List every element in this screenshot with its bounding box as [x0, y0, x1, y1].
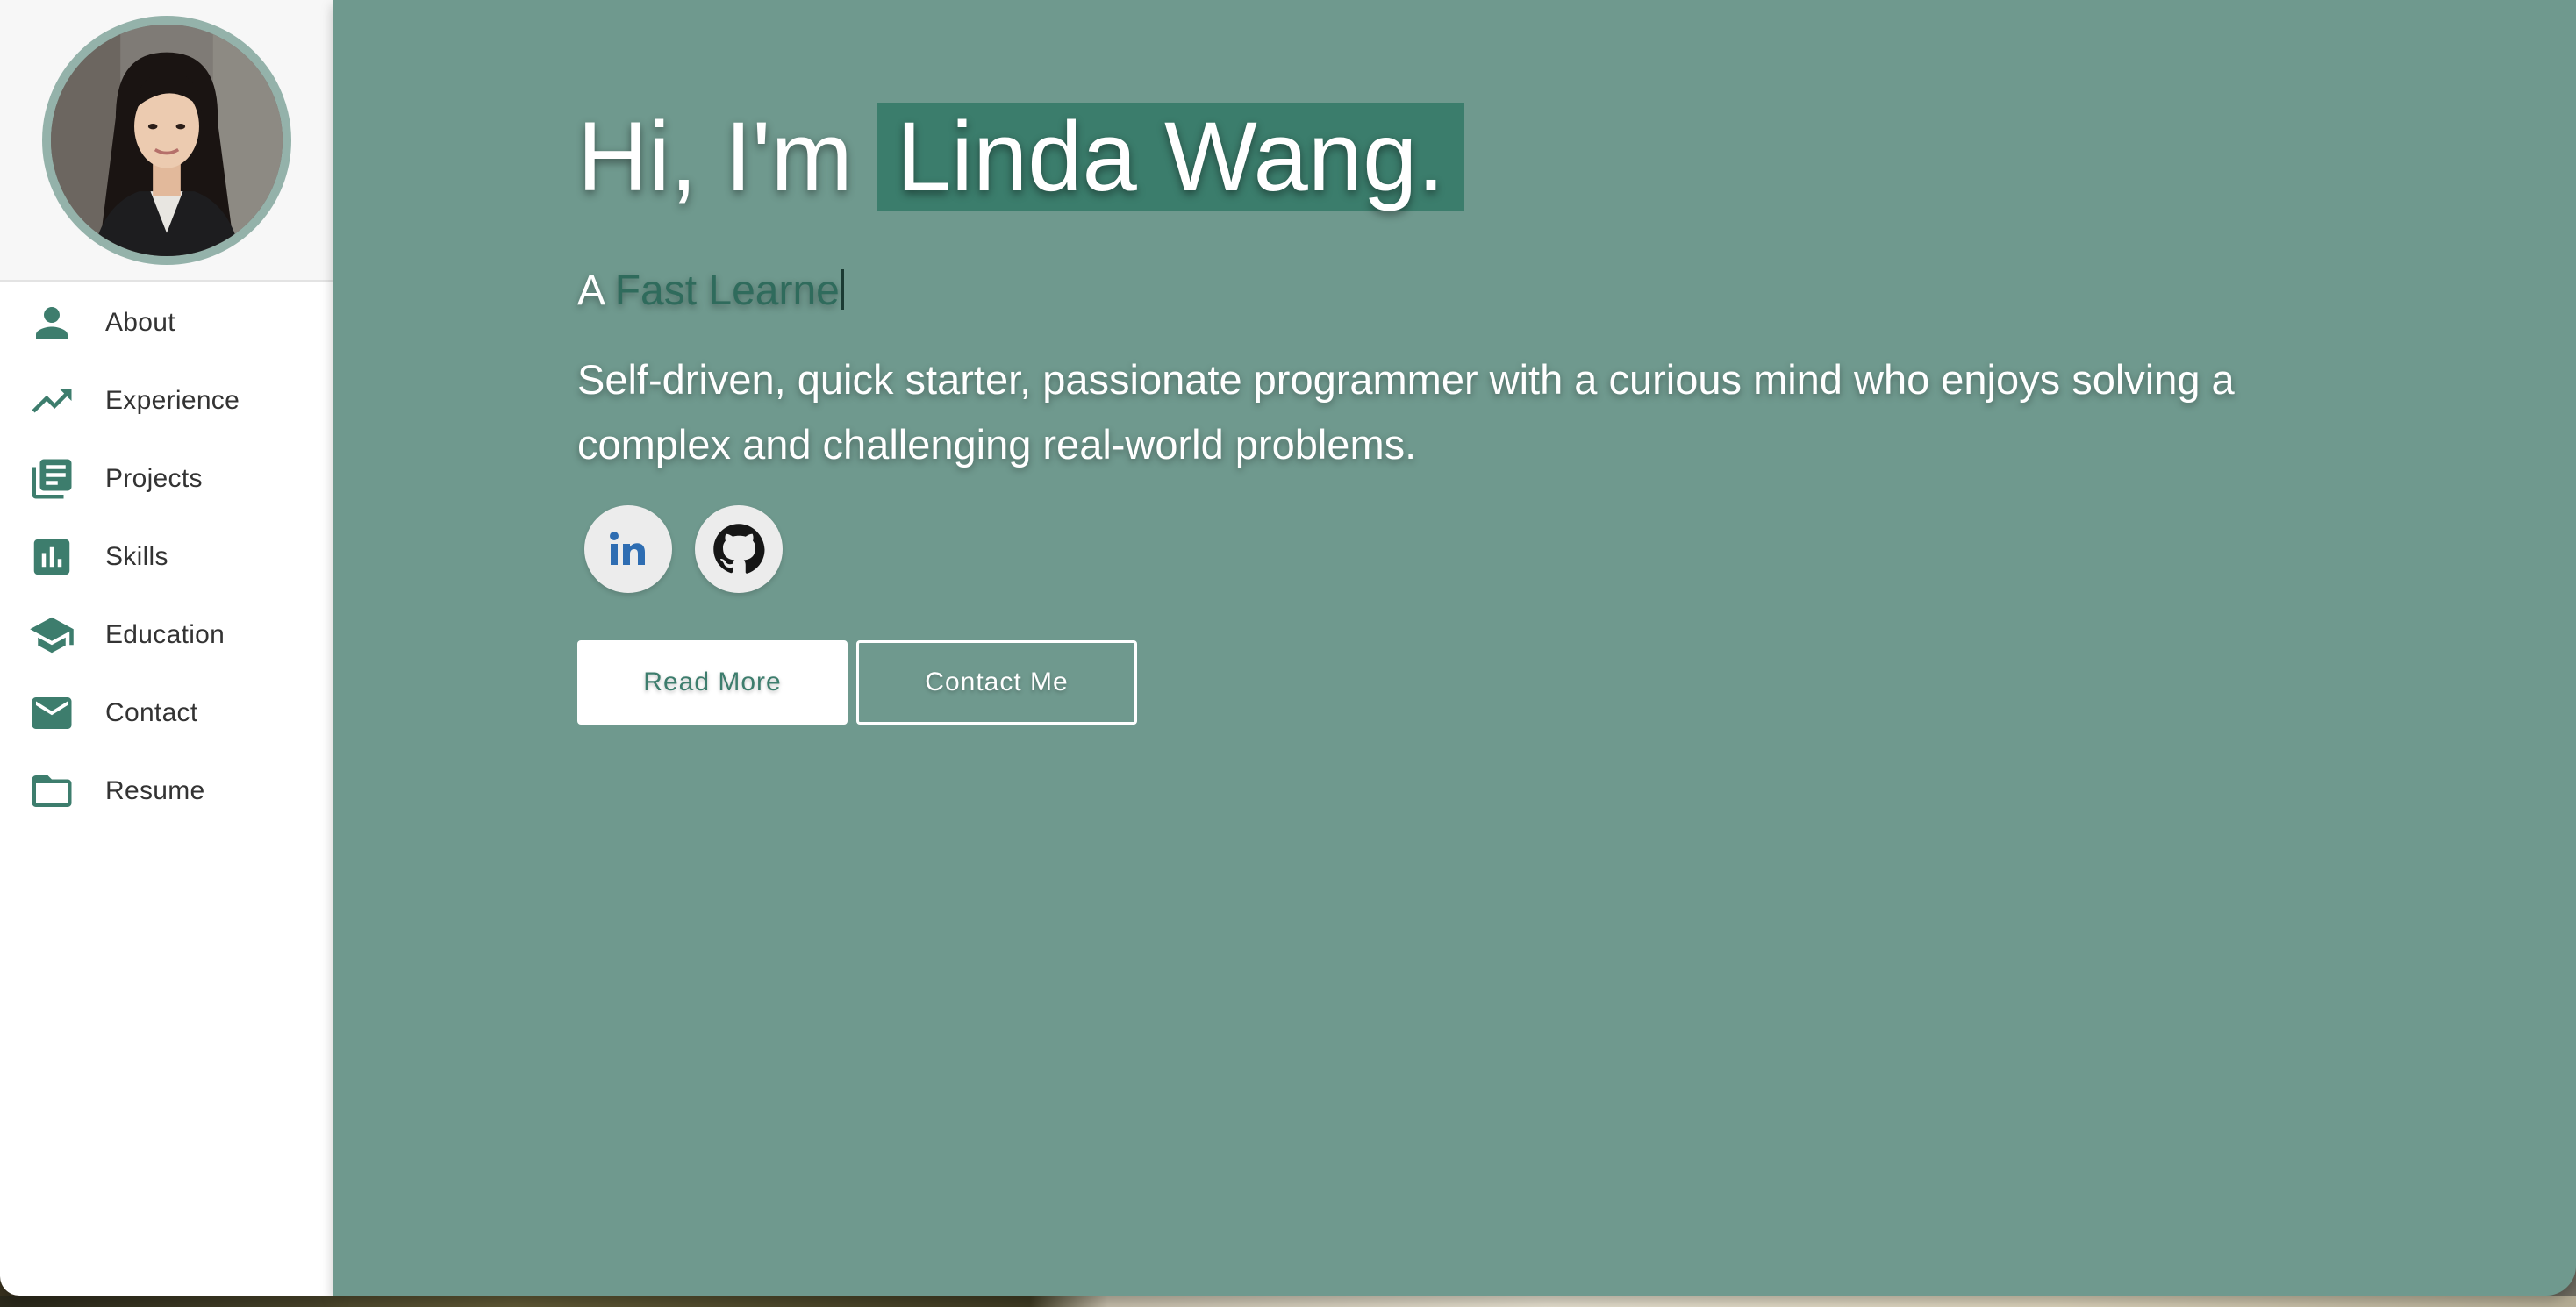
- linkedin-icon: [610, 532, 645, 565]
- tagline-prefix: A: [577, 268, 604, 314]
- sidebar-item-label: Contact: [105, 697, 198, 727]
- github-link[interactable]: [695, 505, 783, 593]
- sidebar: About Experience Projects Skills Educati…: [0, 0, 333, 1296]
- trending-up-icon: [28, 377, 75, 425]
- name-highlight: Linda Wang.: [877, 102, 1464, 211]
- sidebar-item-experience[interactable]: Experience: [0, 361, 333, 439]
- sidebar-item-resume[interactable]: Resume: [0, 752, 333, 830]
- sidebar-item-projects[interactable]: Projects: [0, 439, 333, 518]
- folder-icon: [28, 768, 75, 815]
- hero-actions: Read More Contact Me: [577, 640, 1137, 725]
- profile-area: [0, 0, 333, 282]
- github-icon: [713, 524, 765, 574]
- sidebar-nav: About Experience Projects Skills Educati…: [0, 282, 333, 830]
- sidebar-item-label: Education: [105, 619, 225, 649]
- bar-chart-icon: [28, 533, 75, 581]
- sidebar-item-skills[interactable]: Skills: [0, 518, 333, 596]
- typed-tagline: A Fast Learne: [577, 267, 844, 315]
- library-books-icon: [28, 455, 75, 503]
- typing-cursor: [841, 269, 844, 310]
- graduation-cap-icon: [28, 611, 75, 659]
- sidebar-item-about[interactable]: About: [0, 283, 333, 361]
- hero-heading: Hi, I'm Linda Wang.: [577, 100, 1464, 213]
- mail-icon: [28, 689, 75, 737]
- background-photo-strip: [0, 1296, 2576, 1307]
- sidebar-item-education[interactable]: Education: [0, 596, 333, 674]
- greeting-prefix: Hi, I'm: [577, 102, 853, 211]
- social-links: [584, 505, 783, 593]
- hero-bio: Self-driven, quick starter, passionate p…: [577, 356, 2235, 468]
- sidebar-item-label: Resume: [105, 775, 205, 805]
- sidebar-item-contact[interactable]: Contact: [0, 674, 333, 752]
- linkedin-link[interactable]: [584, 505, 672, 593]
- sidebar-item-label: About: [105, 307, 175, 337]
- sidebar-item-label: Experience: [105, 385, 240, 415]
- read-more-button[interactable]: Read More: [577, 640, 848, 725]
- avatar: [42, 16, 291, 265]
- hero-section: Hi, I'm Linda Wang. A Fast Learne Self-d…: [333, 0, 2576, 1296]
- sidebar-item-label: Skills: [105, 541, 168, 571]
- person-icon: [28, 299, 75, 346]
- sidebar-item-label: Projects: [105, 463, 203, 493]
- tagline-typed-text: Fast Learne: [614, 268, 840, 314]
- avatar-portrait-icon: [51, 25, 283, 256]
- contact-me-button[interactable]: Contact Me: [856, 640, 1137, 725]
